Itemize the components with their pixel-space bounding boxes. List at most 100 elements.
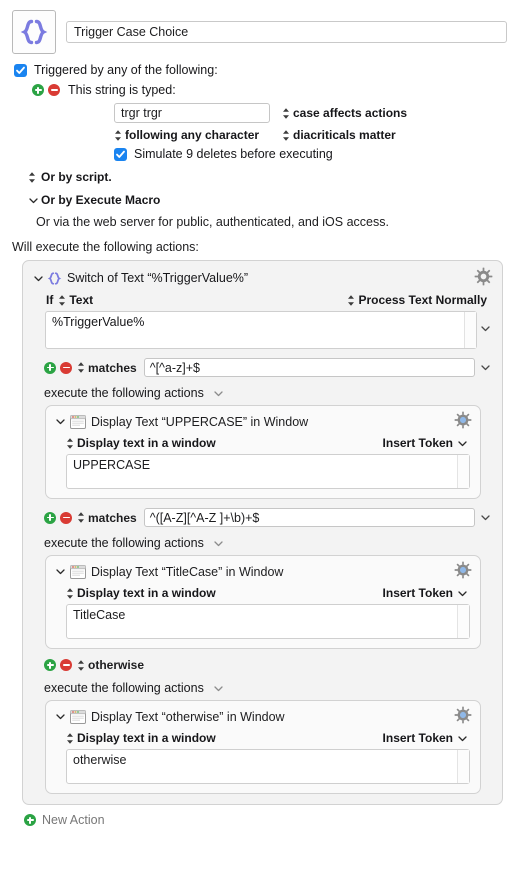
display-text-value: otherwise	[73, 753, 127, 767]
case-value-input[interactable]: ^([A-Z][^A-Z ]+\b)+$	[143, 508, 475, 527]
case-operator-label: matches	[88, 360, 137, 375]
stepper-icon[interactable]	[66, 437, 74, 450]
display-text-mode-label: Display text in a window	[77, 731, 216, 745]
display-text-field-wrap: otherwise	[54, 749, 472, 784]
triggered-by-label: Triggered by any of the following:	[34, 63, 218, 77]
case-value-text: ^[^a-z]+$	[149, 360, 200, 375]
macro-name-value: Trigger Case Choice	[74, 25, 189, 39]
textarea-gutter	[457, 605, 469, 638]
chevron-down-icon	[457, 733, 468, 744]
braces-icon[interactable]	[12, 10, 56, 54]
stepper-icon[interactable]	[66, 587, 74, 600]
case-execute-chevron-down-icon[interactable]	[213, 683, 224, 694]
display-text-mode-row: Display text in a window Insert Token	[54, 586, 472, 600]
switch-source-label[interactable]: Text	[69, 293, 93, 307]
display-text-textarea[interactable]: UPPERCASE	[66, 454, 470, 489]
remove-trigger-icon[interactable]	[48, 84, 60, 96]
diacriticals-label: diacriticals matter	[293, 128, 396, 142]
disclosure-chevron-icon[interactable]	[32, 273, 45, 284]
or-by-execute-macro-row[interactable]: Or by Execute Macro	[28, 193, 517, 207]
case-chevron-down-icon[interactable]	[477, 512, 493, 523]
trigger-string-input[interactable]: trgr trgr	[114, 103, 270, 123]
switch-if-row: If Text Process Text Normally	[32, 293, 493, 307]
string-typed-label: This string is typed:	[68, 83, 176, 97]
case-execute-row: execute the following actions	[32, 386, 493, 400]
window-icon	[70, 414, 86, 429]
case-value-input[interactable]: ^[^a-z]+$	[143, 358, 475, 377]
insert-token-menu[interactable]: Insert Token	[383, 586, 468, 600]
stepper-icon	[282, 129, 290, 142]
display-text-mode-row: Display text in a window Insert Token	[54, 436, 472, 450]
diacriticals-popup[interactable]: diacriticals matter	[282, 128, 396, 142]
process-text-popup[interactable]: Process Text Normally	[347, 293, 487, 307]
case-add-remove	[44, 511, 72, 524]
textarea-gutter	[457, 750, 469, 783]
display-text-textarea[interactable]: otherwise	[66, 749, 470, 784]
display-text-action: Display Text “UPPERCASE” in Window Displ…	[45, 405, 481, 499]
remove-case-icon[interactable]	[60, 361, 72, 374]
add-case-icon[interactable]	[44, 511, 56, 524]
switch-case-row: matches ^([A-Z][^A-Z ]+\b)+$	[32, 508, 493, 527]
macro-editor: Trigger Case Choice Triggered by any of …	[0, 0, 517, 879]
stepper-icon	[114, 129, 122, 142]
stepper-icon[interactable]	[66, 732, 74, 745]
chevron-down-icon	[28, 195, 39, 206]
string-typed-row: This string is typed:	[32, 83, 517, 97]
stepper-icon[interactable]	[77, 659, 85, 672]
add-case-icon[interactable]	[44, 361, 56, 374]
macro-header: Trigger Case Choice	[0, 0, 517, 54]
display-text-header: Display Text “otherwise” in Window	[54, 706, 472, 726]
display-text-mode-label: Display text in a window	[77, 436, 216, 450]
chevron-down-icon	[457, 588, 468, 599]
textarea-gutter	[464, 312, 476, 348]
disclosure-chevron-icon[interactable]	[54, 711, 67, 722]
case-execute-chevron-down-icon[interactable]	[213, 388, 224, 399]
case-execute-label: execute the following actions	[44, 681, 204, 695]
disclosure-chevron-icon[interactable]	[54, 566, 67, 577]
gear-icon[interactable]	[454, 411, 472, 429]
gear-icon[interactable]	[474, 267, 493, 286]
remove-case-icon[interactable]	[60, 511, 72, 524]
window-icon	[70, 709, 86, 724]
triggered-by-checkbox[interactable]	[14, 63, 27, 77]
add-icon	[24, 814, 36, 826]
if-label: If	[46, 293, 54, 307]
stepper-icon	[58, 294, 66, 307]
gear-icon[interactable]	[454, 706, 472, 724]
following-character-popup[interactable]: following any character	[114, 128, 259, 142]
trigger-options-line-1: trgr trgr case affects actions	[114, 103, 517, 123]
stepper-icon	[282, 107, 290, 120]
insert-token-menu[interactable]: Insert Token	[383, 436, 468, 450]
simulate-deletes-checkbox[interactable]	[114, 147, 127, 161]
switch-action-title: Switch of Text “%TriggerValue%”	[67, 271, 249, 285]
simulate-deletes-label: Simulate 9 deletes before executing	[134, 147, 333, 161]
stepper-icon[interactable]	[77, 361, 85, 374]
switch-source-textarea[interactable]: %TriggerValue%	[45, 311, 477, 349]
remove-case-icon[interactable]	[60, 659, 72, 671]
display-text-title: Display Text “otherwise” in Window	[91, 709, 285, 724]
stepper-icon[interactable]	[77, 511, 85, 524]
disclosure-chevron-icon[interactable]	[54, 416, 67, 427]
display-text-value: TitleCase	[73, 608, 126, 622]
add-trigger-icon[interactable]	[32, 84, 44, 96]
insert-token-menu[interactable]: Insert Token	[383, 731, 468, 745]
add-case-icon[interactable]	[44, 659, 56, 671]
switch-source-chevron-down-icon[interactable]	[477, 311, 493, 334]
new-action-button[interactable]: New Action	[24, 813, 517, 827]
switch-case-row: matches ^[^a-z]+$	[32, 358, 493, 377]
display-text-textarea[interactable]: TitleCase	[66, 604, 470, 639]
switch-action-container: Switch of Text “%TriggerValue%” If Text …	[22, 260, 503, 805]
simulate-deletes-row: Simulate 9 deletes before executing	[114, 147, 517, 161]
case-affects-actions-popup[interactable]: case affects actions	[282, 106, 407, 120]
display-text-mode-row: Display text in a window Insert Token	[54, 731, 472, 745]
display-text-header: Display Text “UPPERCASE” in Window	[54, 411, 472, 431]
braces-icon	[47, 271, 62, 286]
insert-token-label: Insert Token	[382, 586, 453, 600]
macro-name-input[interactable]: Trigger Case Choice	[66, 21, 507, 43]
case-chevron-down-icon[interactable]	[477, 362, 493, 373]
or-by-execute-macro-label: Or by Execute Macro	[41, 193, 161, 207]
or-by-script-row[interactable]: Or by script.	[28, 170, 517, 184]
gear-icon[interactable]	[454, 561, 472, 579]
case-execute-chevron-down-icon[interactable]	[213, 538, 224, 549]
switch-action-header: Switch of Text “%TriggerValue%”	[32, 267, 493, 288]
